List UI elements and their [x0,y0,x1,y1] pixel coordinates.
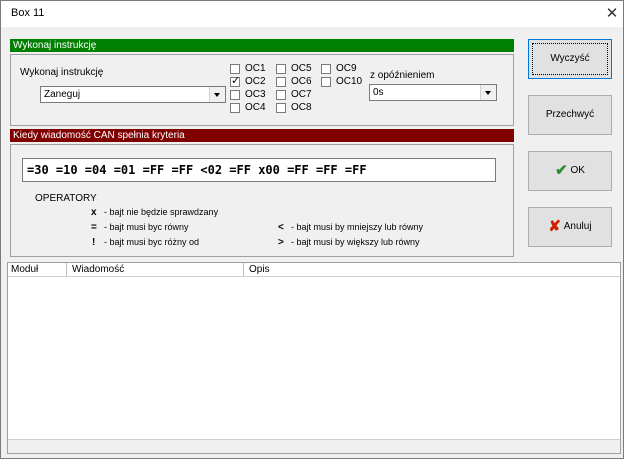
capture-button-label: Przechwyć [545,109,595,120]
section-header-criteria: Kiedy wiadomość CAN spełnia kryteria [10,129,514,142]
operator-symbol: = [91,222,97,233]
instruction-select-value: Zaneguj [44,89,81,100]
ok-button-label: OK [570,165,585,176]
checkbox-oc4-label: OC4 [245,102,266,113]
capture-button[interactable]: Przechwyć [528,95,612,135]
checkbox-oc3[interactable] [230,90,240,100]
column-header-message[interactable]: Wiadomość [72,264,124,275]
checkbox-oc10[interactable] [321,77,331,87]
column-header-description[interactable]: Opis [249,264,270,275]
checkbox-oc2-label: OC2 [245,76,266,87]
operator-symbol: < [278,222,284,233]
cancel-button-label: Anuluj [563,221,592,232]
chevron-down-icon[interactable] [480,85,496,100]
checkbox-oc2[interactable]: ✓ [230,75,241,87]
delay-label: z opóźnieniem [370,70,435,81]
operator-symbol: > [278,237,284,248]
checkbox-oc9-label: OC9 [336,63,357,74]
operators-title: OPERATORY [35,193,97,204]
checkbox-oc7-label: OC7 [291,89,312,100]
checkbox-oc10-label: OC10 [336,76,363,87]
criteria-panel: =30 =10 =04 =01 =FF =FF <02 =FF x00 =FF … [10,144,514,257]
column-header-module[interactable]: Moduł [11,264,38,275]
close-x-icon: ✘ [548,218,561,235]
checkbox-oc8-label: OC8 [291,102,312,113]
checkbox-oc7[interactable] [276,90,286,100]
checkbox-oc9[interactable] [321,64,331,74]
column-divider[interactable] [66,263,67,277]
status-strip [8,439,620,453]
close-icon[interactable]: ✕ [601,3,623,25]
title-bar: Box 11 ✕ [1,1,623,27]
section-header-instruction: Wykonaj instrukcję [10,39,514,52]
chevron-down-icon[interactable] [209,87,225,102]
checkbox-oc6[interactable] [276,77,286,87]
operator-symbol: x [91,207,97,218]
checkbox-oc1-label: OC1 [245,63,266,74]
list-header: Moduł Wiadomość Opis [8,263,620,277]
criteria-input[interactable]: =30 =10 =04 =01 =FF =FF <02 =FF x00 =FF … [22,158,496,182]
check-mark-icon: ✓ [231,75,241,87]
checkbox-oc3-label: OC3 [245,89,266,100]
window-title: Box 11 [11,7,45,19]
check-icon: ✔ [555,162,568,179]
ok-button[interactable]: ✔ OK [528,151,612,191]
delay-select-value: 0s [373,87,384,98]
column-divider[interactable] [243,263,244,277]
checkbox-oc5[interactable] [276,64,286,74]
checkbox-oc6-label: OC6 [291,76,312,87]
operator-symbol: ! [92,237,96,248]
instruction-panel: Wykonaj instrukcję Zaneguj OC1 ✓ OC2 OC3… [10,54,514,126]
checkbox-oc1[interactable] [230,64,240,74]
delay-select[interactable]: 0s [369,84,497,101]
cancel-button[interactable]: ✘ Anuluj [528,207,612,247]
instruction-label: Wykonaj instrukcję [20,67,104,78]
operator-desc: - bajt nie będzie sprawdzany [104,207,219,217]
operator-desc: - bajt musi by mniejszy lub równy [291,222,424,232]
operator-desc: - bajt musi by większy lub równy [291,237,420,247]
operator-desc: - bajt musi byc równy [104,222,189,232]
operator-desc: - bajt musi byc różny od [104,237,200,247]
checkbox-oc8[interactable] [276,103,286,113]
checkbox-oc4[interactable] [230,103,240,113]
focus-rect [532,43,608,75]
instruction-select[interactable]: Zaneguj [40,86,226,103]
checkbox-oc5-label: OC5 [291,63,312,74]
clear-button[interactable]: Wyczyść [528,39,612,79]
message-list[interactable]: Moduł Wiadomość Opis [7,262,621,454]
